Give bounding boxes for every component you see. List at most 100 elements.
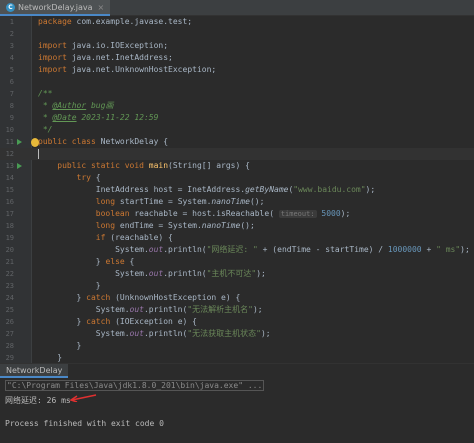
run-gutter-icon[interactable] [17,163,22,169]
code-line[interactable]: 27 System.out.println("无法获取主机状态"); [0,328,474,340]
line-number: 26 [5,318,14,326]
code-line[interactable]: 19 if (reachable) { [0,232,474,244]
code-token: * [38,101,53,110]
run-command-line: "C:\Program Files\Java\jdk1.8.0_201\bin\… [5,380,265,391]
code-line[interactable]: 5 import java.net.UnknownHostException; [0,64,474,76]
line-number: 18 [5,222,14,230]
code-token: catch [86,293,116,302]
code-text: public class NetworkDelay { [38,136,168,148]
code-token: .println( [143,329,188,338]
line-number: 22 [5,270,14,278]
code-token: } [38,293,87,302]
code-token: NetworkDelay { [100,137,169,146]
code-line[interactable]: 17 boolean reachable = host.isReachable(… [0,208,474,220]
line-number: 14 [5,174,14,182]
code-token: out [148,269,164,278]
code-token: "主机不可达" [206,269,257,278]
code-text: System.out.println("无法解析主机名"); [38,304,263,316]
code-line[interactable]: 21 } else { [0,256,474,268]
code-line[interactable]: 12 [0,148,474,160]
code-text: * @Date 2023-11-22 12:59 [38,112,159,124]
code-token: "网络延迟: " [206,245,258,254]
lightbulb-icon[interactable] [31,138,39,147]
code-token: System. [38,245,149,254]
line-number: 4 [9,54,14,62]
code-token: out [148,245,164,254]
code-token: (String[] args) { [168,161,250,170]
code-line[interactable]: 8 * @Author bug画 [0,100,474,112]
code-token: out [129,305,144,314]
code-line[interactable]: 15 InetAddress host = InetAddress.getByN… [0,184,474,196]
code-text: } catch (IOException e) { [38,316,197,328]
line-number: 28 [5,342,14,350]
code-line[interactable]: 18 long endTime = System.nanoTime(); [0,220,474,232]
run-panel: NetworkDelay "C:\Program Files\Java\jdk1… [0,363,474,443]
code-token: + [421,245,437,254]
line-number: 3 [9,42,14,50]
code-token: ); [260,329,271,338]
code-token: { [129,257,135,266]
code-line[interactable]: 2 [0,28,474,40]
code-line[interactable]: 4 import java.net.InetAddress; [0,52,474,64]
code-line[interactable]: 7 /** [0,88,474,100]
code-token: */ [38,125,53,134]
code-token: { [95,173,101,182]
code-token: 5000 [321,209,341,218]
line-number: 7 [9,90,14,98]
code-line[interactable]: 10 */ [0,124,474,136]
java-class-icon: C [6,2,15,12]
code-line[interactable]: 25 System.out.println("无法解析主机名"); [0,304,474,316]
code-token: } [38,341,82,350]
line-number: 23 [5,282,14,290]
code-token: nanoTime [201,221,241,230]
code-text: } [38,340,82,352]
code-token: nanoTime [211,197,250,206]
code-token: System. [38,305,130,314]
code-line[interactable]: 20 System.out.println("网络延迟: " + (endTim… [0,244,474,256]
code-line[interactable]: 11 public class NetworkDelay { [0,136,474,148]
code-text: } catch (UnknownHostException e) { [38,292,241,304]
code-line[interactable]: 9 * @Date 2023-11-22 12:59 [0,112,474,124]
code-text: InetAddress host = InetAddress.getByName… [38,184,375,196]
code-token: "无法解析主机名" [187,305,253,314]
code-line[interactable]: 24 } catch (UnknownHostException e) { [0,292,474,304]
line-number: 2 [9,30,14,38]
code-line[interactable]: 23 } [0,280,474,292]
code-line[interactable]: 6 [0,76,474,88]
run-tab[interactable]: NetworkDelay [0,364,69,378]
run-gutter-icon[interactable] [17,139,22,145]
code-line[interactable]: 26 } catch (IOException e) { [0,316,474,328]
code-token: boolean [95,209,135,218]
code-token: ); [340,209,351,218]
code-text: */ [38,124,53,136]
code-line[interactable]: 14 try { [0,172,474,184]
code-token: (IOException e) { [115,317,197,326]
tab-networkdelay-java[interactable]: C NetworkDelay.java × [0,0,111,16]
line-number: 20 [5,246,14,254]
code-token: } [38,257,106,266]
code-line[interactable]: 28 } [0,340,474,352]
line-number: 27 [5,330,14,338]
code-line[interactable]: 29 } [0,352,474,363]
code-text: System.out.println("无法获取主机状态"); [38,328,271,340]
code-token: @Date [52,113,77,122]
code-token: @Author [52,101,87,110]
code-token: endTime = System. [119,221,202,230]
code-token: .println( [163,245,207,254]
code-token: public static void [57,161,149,170]
code-line[interactable]: 16 long startTime = System.nanoTime(); [0,196,474,208]
code-line[interactable]: 3 import java.io.IOException; [0,40,474,52]
code-text: import java.io.IOException; [38,40,168,52]
code-editor[interactable]: 1 package com.example.javase.test; 2 3 impor… [0,16,474,363]
code-line[interactable]: 13 public static void main(String[] args… [0,160,474,172]
code-token: ); [252,305,263,314]
line-number: 24 [5,294,14,302]
close-icon[interactable]: × [98,3,105,12]
code-token: ); [256,269,266,278]
code-token: if [95,233,111,242]
code-line[interactable]: 1 package com.example.javase.test; [0,16,474,28]
code-token: public class [38,137,101,146]
code-line[interactable]: 22 System.out.println("主机不可达"); [0,268,474,280]
code-text: boolean reachable = host.isReachable( ti… [38,208,350,220]
